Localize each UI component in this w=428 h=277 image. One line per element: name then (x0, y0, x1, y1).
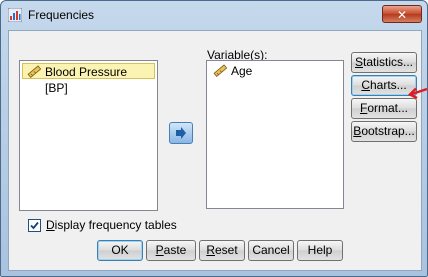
variables-list[interactable]: Age (206, 60, 344, 209)
dialog-body: Blood Pressure [BP] Variable(s): Age Sta… (8, 30, 422, 271)
cancel-button[interactable]: Cancel (248, 240, 294, 261)
app-icon (8, 8, 22, 22)
title-bar[interactable]: Frequencies ✕ (1, 1, 427, 29)
paste-button[interactable]: Paste (146, 240, 196, 261)
list-item[interactable]: Blood Pressure [BP] (22, 63, 155, 95)
bootstrap-button[interactable]: Bootstrap... (351, 121, 417, 142)
checkmark-icon (30, 221, 39, 230)
display-frequency-tables-checkbox[interactable] (28, 219, 41, 232)
format-button[interactable]: Format... (351, 98, 417, 119)
arrow-right-icon (176, 127, 186, 139)
variable-item-label: Age (231, 64, 253, 78)
ruler-icon (213, 64, 227, 77)
display-frequency-tables-label[interactable]: Display frequency tables (46, 218, 177, 232)
reset-button[interactable]: Reset (199, 240, 245, 261)
source-variable-list[interactable]: Blood Pressure [BP] (19, 60, 158, 211)
ruler-icon (27, 65, 41, 78)
help-button[interactable]: Help (297, 240, 343, 261)
close-button[interactable]: ✕ (382, 5, 422, 23)
annotation-arrow-icon (408, 87, 428, 100)
statistics-button[interactable]: Statistics... (351, 52, 417, 73)
source-item-label: Blood Pressure [BP] (45, 65, 128, 95)
window-title: Frequencies (28, 8, 95, 22)
ok-button[interactable]: OK (97, 240, 143, 261)
list-item[interactable]: Age (209, 63, 329, 79)
move-to-variables-button[interactable] (169, 122, 193, 144)
frequencies-dialog: Frequencies ✕ Blood Pressure [BP] Variab… (0, 0, 428, 277)
